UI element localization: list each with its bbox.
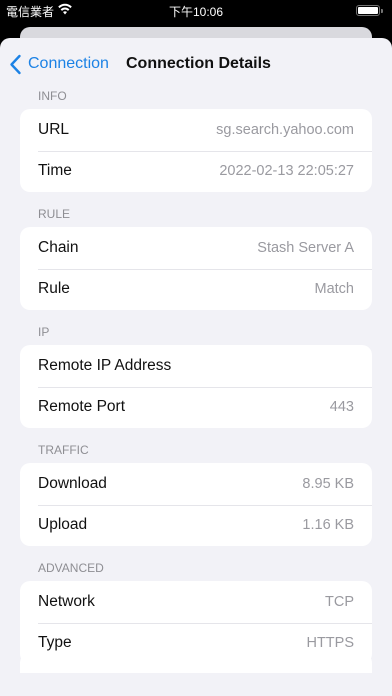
battery-icon — [356, 5, 383, 16]
section-header-rule: RULE — [38, 207, 71, 221]
row-value: 1.16 KB — [302, 517, 354, 534]
row-upload[interactable]: Upload 1.16 KB — [20, 504, 372, 547]
row-label: Chain — [38, 238, 79, 256]
rule-group: Chain Stash Server A Rule Match — [20, 227, 372, 310]
info-group: URL sg.search.yahoo.com Time 2022-02-13 … — [20, 109, 372, 192]
row-value: TCP — [325, 593, 354, 610]
row-remote-port[interactable]: Remote Port 443 — [20, 386, 372, 429]
traffic-group: Download 8.95 KB Upload 1.16 KB — [20, 463, 372, 546]
row-download[interactable]: Download 8.95 KB — [20, 463, 372, 505]
row-rule[interactable]: Rule Match — [20, 268, 372, 311]
section-header-ip: IP — [38, 325, 50, 339]
chevron-left-icon — [10, 54, 21, 74]
section-header-advanced: ADVANCED — [38, 561, 104, 575]
row-label: Remote IP Address — [38, 356, 172, 374]
row-label: Time — [38, 162, 72, 180]
ip-group: Remote IP Address Remote Port 443 — [20, 345, 372, 428]
row-chain[interactable]: Chain Stash Server A — [20, 227, 372, 269]
row-label: Type — [38, 634, 72, 652]
row-label: Remote Port — [38, 398, 126, 416]
row-value: 8.95 KB — [302, 475, 354, 492]
row-remote-ip[interactable]: Remote IP Address — [20, 345, 372, 387]
row-label: Rule — [38, 280, 70, 298]
next-group-peek — [20, 653, 372, 673]
row-label: Download — [38, 474, 107, 492]
back-button[interactable]: Connection — [9, 51, 109, 77]
advanced-group: Network TCP Type HTTPS — [20, 581, 372, 664]
back-label: Connection — [28, 55, 109, 72]
screen: 電信業者 下午10:06 Connection Connection Detai… — [0, 0, 392, 696]
row-value: Match — [314, 281, 355, 298]
row-value: 2022-02-13 22:05:27 — [219, 163, 354, 180]
navigation-bar: Connection Connection Details — [0, 38, 392, 84]
section-header-info: INFO — [38, 89, 67, 103]
row-label: URL — [38, 120, 70, 138]
row-label: Upload — [38, 516, 88, 534]
row-url[interactable]: URL sg.search.yahoo.com — [20, 109, 372, 151]
row-value: 443 — [329, 399, 354, 416]
row-value: Stash Server A — [257, 239, 354, 256]
connection-details-sheet: Connection Connection Details INFO URL s… — [0, 38, 392, 696]
section-header-traffic: TRAFFIC — [38, 443, 89, 457]
status-bar: 電信業者 下午10:06 — [0, 0, 392, 22]
row-value: HTTPS — [306, 635, 354, 652]
row-value: sg.search.yahoo.com — [216, 121, 354, 138]
status-time: 下午10:06 — [168, 5, 224, 19]
page-title: Connection Details — [126, 55, 271, 72]
row-network[interactable]: Network TCP — [20, 581, 372, 623]
row-time[interactable]: Time 2022-02-13 22:05:27 — [20, 150, 372, 193]
row-label: Network — [38, 592, 95, 610]
